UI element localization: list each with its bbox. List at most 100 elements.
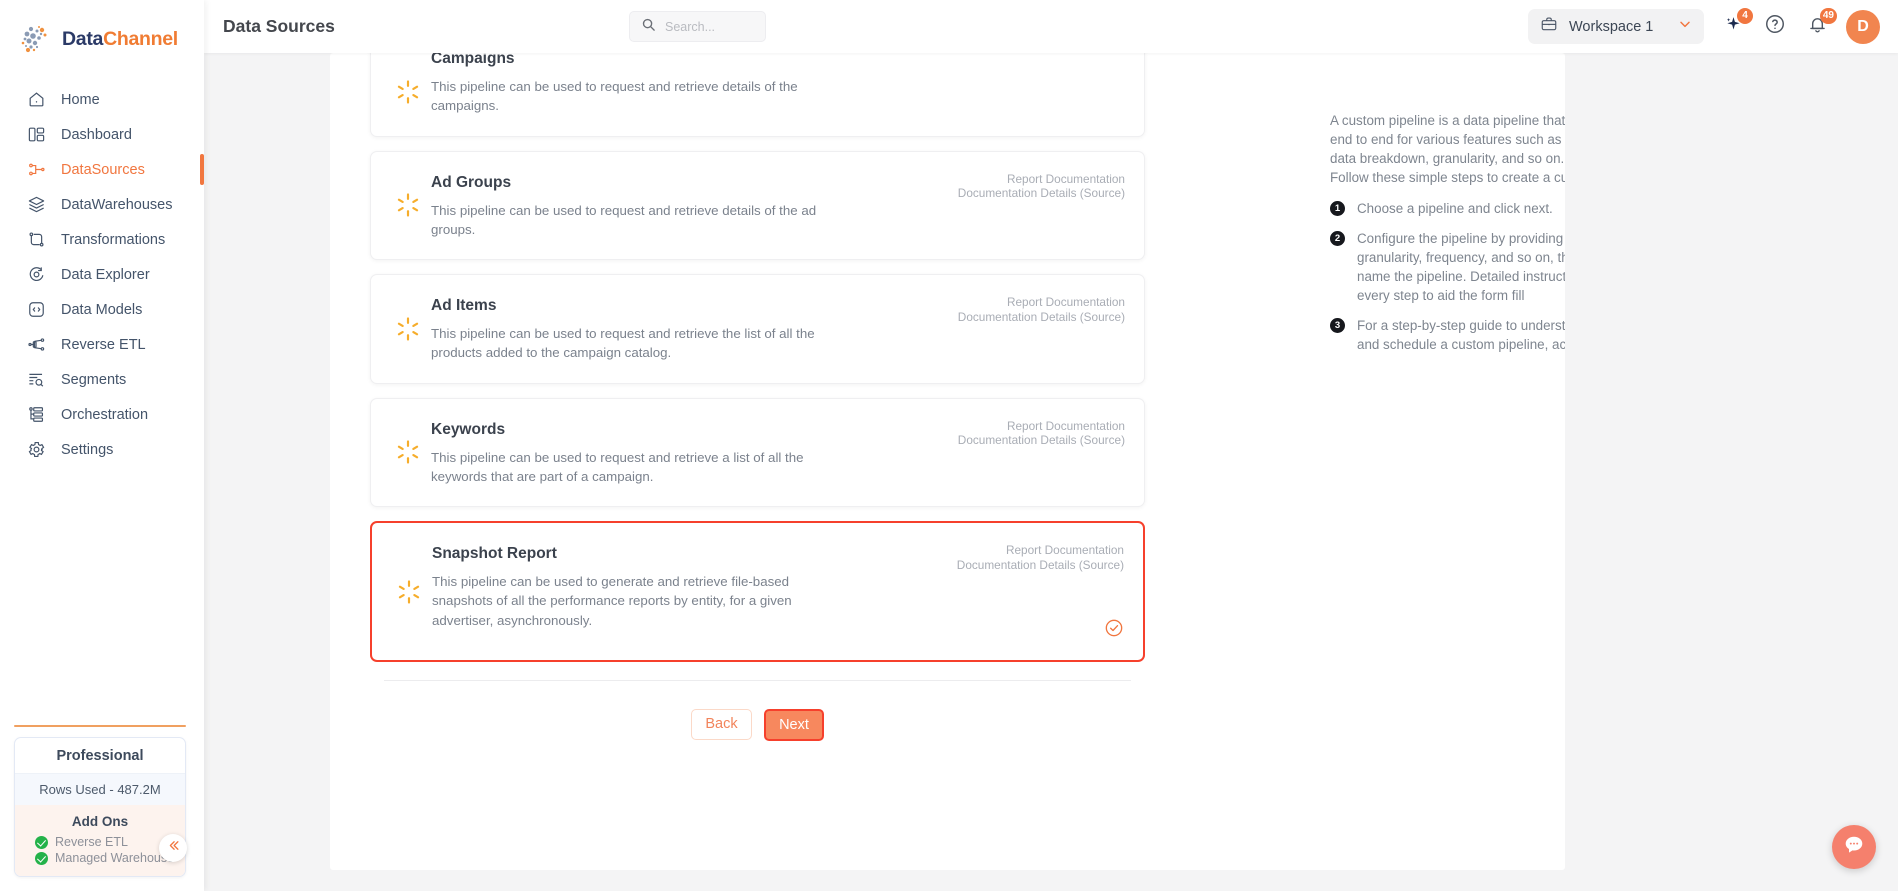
reverse-etl-icon <box>25 334 47 356</box>
notifications-button[interactable]: 49 <box>1804 7 1837 40</box>
plan-panel: Professional Rows Used - 487.2M Add Ons … <box>0 725 204 891</box>
sidebar-item-datawarehouses[interactable]: DataWarehouses <box>0 187 204 222</box>
documentation-details-link[interactable]: Documentation Details (Source) <box>958 186 1125 201</box>
avatar-initial: D <box>1857 17 1869 35</box>
documentation-details-link[interactable]: Documentation Details (Source) <box>957 558 1124 573</box>
report-documentation-link[interactable]: Report Documentation <box>958 295 1125 310</box>
app-root: DataChannel Home Dashboard DataSources D… <box>0 0 1898 891</box>
pipeline-card-ad-groups[interactable]: Ad Groups This pipeline can be used to r… <box>370 150 1145 261</box>
pipeline-card-snapshot-report[interactable]: Snapshot Report This pipeline can be use… <box>370 521 1145 662</box>
active-indicator <box>200 154 204 185</box>
pipeline-card-title: Campaigns <box>431 53 515 67</box>
pipeline-card-links: Report Documentation Documentation Detai… <box>958 419 1125 448</box>
sidebar-item-transformations[interactable]: Transformations <box>0 222 204 257</box>
sidebar-item-datasources[interactable]: DataSources <box>0 152 204 187</box>
sidebar-item-orchestration[interactable]: Orchestration <box>0 397 204 432</box>
walmart-spark-icon <box>395 192 421 218</box>
addon-item: Managed Warehouse <box>19 850 181 866</box>
brand-name-part1: Data <box>62 27 104 50</box>
top-bar: Data Sources Search... Workspace 1 4 49 … <box>204 0 1898 53</box>
dashboard-icon <box>25 124 47 146</box>
help-step: 3 For a step-by-step guide to underst and… <box>1330 316 1565 354</box>
addon-label: Reverse ETL <box>55 835 128 849</box>
pipeline-card-description: This pipeline can be used to request and… <box>431 326 815 361</box>
sidebar-item-segments[interactable]: Segments <box>0 362 204 397</box>
sidebar-item-label: Reverse ETL <box>61 336 146 353</box>
help-panel: A custom pipeline is a data pipeline tha… <box>1330 111 1565 354</box>
workspace-label: Workspace 1 <box>1569 18 1654 35</box>
sidebar-item-label: Dashboard <box>61 126 132 143</box>
plan-card[interactable]: Professional Rows Used - 487.2M Add Ons … <box>14 737 186 877</box>
section-divider <box>384 679 1131 681</box>
pipeline-card-description: This pipeline can be used to request and… <box>431 202 817 237</box>
sidebar-item-settings[interactable]: Settings <box>0 432 204 467</box>
sidebar-item-home[interactable]: Home <box>0 82 204 117</box>
step-text: Configure the pipeline by providing deta… <box>1357 231 1565 304</box>
sidebar-item-label: Orchestration <box>61 406 149 423</box>
search-input[interactable]: Search... <box>629 11 766 42</box>
datachannel-logo-icon <box>18 22 54 56</box>
transformations-icon <box>25 229 47 251</box>
report-documentation-link[interactable]: Report Documentation <box>957 543 1124 558</box>
sidebar-item-label: Segments <box>61 371 127 388</box>
addon-label: Managed Warehouse <box>55 851 175 865</box>
step-text: For a step-by-step guide to understand h… <box>1357 318 1565 353</box>
addons-title: Add Ons <box>71 814 129 829</box>
pipeline-card-links: Report Documentation Documentation Detai… <box>957 543 1124 572</box>
main-content: Campaigns This pipeline can be used to r… <box>330 53 1565 870</box>
documentation-details-link[interactable]: Documentation Details (Source) <box>958 310 1125 325</box>
help-step: 2 Configure the pipeline by providing de… <box>1330 229 1565 305</box>
orchestration-icon <box>25 404 47 426</box>
next-button[interactable]: Next <box>764 708 824 741</box>
workspace-selector[interactable]: Workspace 1 <box>1528 9 1704 44</box>
sidebar-item-data-models[interactable]: Data Models <box>0 292 204 327</box>
pipeline-card-description: This pipeline can be used to generate an… <box>432 574 792 628</box>
check-circle-icon <box>1104 618 1124 638</box>
sidebar-nav: Home Dashboard DataSources DataWarehouse… <box>0 82 204 467</box>
help-intro-paragraph: A custom pipeline is a data pipeline tha… <box>1330 113 1565 167</box>
pipeline-card-links: Report Documentation Documentation Detai… <box>958 295 1125 324</box>
sidebar-item-label: Home <box>61 91 100 108</box>
walmart-spark-icon <box>395 316 421 342</box>
home-icon <box>25 89 47 111</box>
avatar[interactable]: D <box>1846 9 1880 44</box>
chat-widget-button[interactable] <box>1832 825 1876 869</box>
pipeline-card-ad-items[interactable]: Ad Items This pipeline can be used to re… <box>370 274 1145 384</box>
segments-icon <box>25 369 47 391</box>
help-circle-icon <box>1764 13 1786 40</box>
sidebar-item-dashboard[interactable]: Dashboard <box>0 117 204 152</box>
pipeline-card-keywords[interactable]: Keywords This pipeline can be used to re… <box>370 397 1145 508</box>
notifications-badge: 49 <box>1819 7 1837 24</box>
back-button[interactable]: Back <box>691 708 752 740</box>
chevron-double-left-icon <box>166 838 181 858</box>
data-explorer-icon <box>25 264 47 286</box>
pipeline-card-description: This pipeline can be used to request and… <box>431 79 798 114</box>
sparkle-badge: 4 <box>1737 7 1753 24</box>
sidebar-item-reverse-etl[interactable]: Reverse ETL <box>0 327 204 362</box>
chevron-down-icon <box>1677 16 1693 37</box>
sidebar-collapse-button[interactable] <box>159 834 187 862</box>
step-text: Choose a pipeline and click next. <box>1357 201 1553 217</box>
step-number-badge: 3 <box>1330 318 1345 334</box>
sidebar-item-label: Data Explorer <box>61 266 150 283</box>
documentation-details-link[interactable]: Documentation Details (Source) <box>958 433 1125 448</box>
help-intro-followup: Follow these simple steps to create a cu… <box>1330 170 1565 186</box>
sidebar-item-data-explorer[interactable]: Data Explorer <box>0 257 204 292</box>
report-documentation-link[interactable]: Report Documentation <box>958 419 1125 434</box>
brand-logo[interactable]: DataChannel <box>0 0 204 74</box>
report-documentation-link[interactable]: Report Documentation <box>958 172 1125 187</box>
sidebar-item-label: DataSources <box>61 161 145 178</box>
help-button[interactable] <box>1762 14 1788 40</box>
pipeline-card-list: Campaigns This pipeline can be used to r… <box>370 53 1145 870</box>
data-models-icon <box>25 299 47 321</box>
datasources-icon <box>25 159 47 181</box>
pipeline-card-campaigns[interactable]: Campaigns This pipeline can be used to r… <box>370 53 1145 137</box>
search-icon <box>641 17 656 37</box>
ai-sparkle-button[interactable]: 4 <box>1720 7 1753 40</box>
walmart-spark-icon <box>396 579 422 605</box>
addons-section: Add Ons Reverse ETL Managed Warehouse <box>15 805 185 876</box>
briefcase-icon <box>1540 15 1558 38</box>
walmart-spark-icon <box>395 79 421 105</box>
brand-name-part2: Channel <box>103 27 178 50</box>
